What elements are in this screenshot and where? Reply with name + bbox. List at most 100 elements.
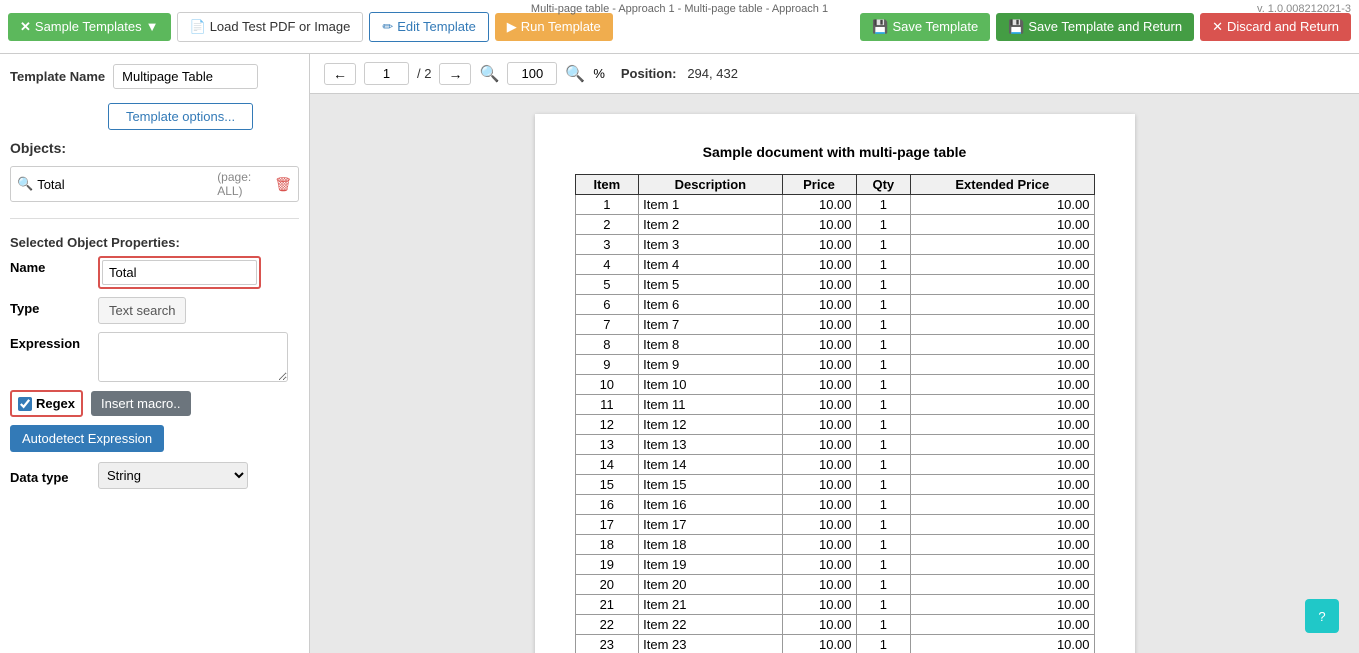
type-prop-row: Type Text search xyxy=(10,297,299,324)
table-cell: 1 xyxy=(856,555,911,575)
zoom-in-icon[interactable]: 🔍 xyxy=(565,64,585,84)
regex-checkbox[interactable] xyxy=(18,397,32,411)
table-row: 18Item 1810.00110.00 xyxy=(575,535,1094,555)
selected-object-properties-title: Selected Object Properties: xyxy=(10,235,299,250)
name-prop-row: Name xyxy=(10,256,299,289)
main-layout: Template Name Template options... Object… xyxy=(0,54,1359,653)
divider-1 xyxy=(10,218,299,219)
table-cell: 1 xyxy=(856,395,911,415)
edit-icon: ✏ xyxy=(382,19,393,35)
zoom-out-icon[interactable]: 🔍 xyxy=(479,64,499,84)
table-cell: 18 xyxy=(575,535,639,555)
table-cell: 10.00 xyxy=(782,475,856,495)
name-input-wrapper xyxy=(98,256,261,289)
table-cell: 10.00 xyxy=(911,295,1094,315)
th-qty: Qty xyxy=(856,175,911,195)
table-cell: Item 20 xyxy=(639,575,782,595)
help-button[interactable]: ? xyxy=(1305,599,1339,633)
zoom-input[interactable] xyxy=(507,62,557,85)
table-row: 14Item 1410.00110.00 xyxy=(575,455,1094,475)
left-panel: Template Name Template options... Object… xyxy=(0,54,310,653)
version-label: v. 1.0.008212021-3 xyxy=(1257,0,1351,18)
table-cell: 4 xyxy=(575,255,639,275)
th-price: Price xyxy=(782,175,856,195)
load-test-button[interactable]: 📄 Load Test PDF or Image xyxy=(177,12,364,42)
table-row: 12Item 1210.00110.00 xyxy=(575,415,1094,435)
datatype-label: Data type xyxy=(10,466,90,485)
table-cell: 10.00 xyxy=(911,555,1094,575)
template-options-button[interactable]: Template options... xyxy=(108,103,253,130)
table-cell: 11 xyxy=(575,395,639,415)
table-cell: 5 xyxy=(575,275,639,295)
table-row: 10Item 1010.00110.00 xyxy=(575,375,1094,395)
table-cell: 1 xyxy=(856,235,911,255)
table-cell: 1 xyxy=(856,635,911,653)
save-and-return-button[interactable]: 💾 Save Template and Return xyxy=(996,13,1194,41)
table-cell: Item 10 xyxy=(639,375,782,395)
objects-section: Objects: xyxy=(10,140,299,156)
delete-object-icon[interactable]: 🗑 xyxy=(274,176,292,193)
table-cell: 10.00 xyxy=(911,375,1094,395)
table-cell: 1 xyxy=(856,615,911,635)
table-cell: 10.00 xyxy=(782,375,856,395)
next-page-button[interactable]: → xyxy=(439,63,471,85)
table-cell: 10.00 xyxy=(911,235,1094,255)
table-cell: 1 xyxy=(856,455,911,475)
table-cell: 10.00 xyxy=(911,395,1094,415)
table-cell: 1 xyxy=(856,595,911,615)
expression-textarea[interactable] xyxy=(98,332,288,382)
table-cell: 10.00 xyxy=(911,615,1094,635)
search-icon: 🔍 xyxy=(17,176,33,192)
prev-page-button[interactable]: ← xyxy=(324,63,356,85)
table-cell: 10.00 xyxy=(782,575,856,595)
table-cell: Item 15 xyxy=(639,475,782,495)
table-cell: 10.00 xyxy=(782,435,856,455)
search-row: 🔍 (page: ALL) 🗑 xyxy=(10,166,299,202)
autodetect-button[interactable]: Autodetect Expression xyxy=(10,425,164,452)
table-row: 22Item 2210.00110.00 xyxy=(575,615,1094,635)
template-name-input[interactable] xyxy=(113,64,258,89)
page-input[interactable] xyxy=(364,62,409,85)
table-row: 11Item 1110.00110.00 xyxy=(575,395,1094,415)
th-description: Description xyxy=(639,175,782,195)
table-cell: 1 xyxy=(856,535,911,555)
table-cell: 10.00 xyxy=(782,215,856,235)
table-cell: 10.00 xyxy=(782,295,856,315)
document-area[interactable]: Sample document with multi-page table It… xyxy=(310,94,1359,653)
table-cell: 22 xyxy=(575,615,639,635)
table-cell: Item 13 xyxy=(639,435,782,455)
table-cell: 10.00 xyxy=(911,575,1094,595)
save-template-button[interactable]: 💾 Save Template xyxy=(860,13,990,41)
template-options-container: Template options... xyxy=(108,103,299,130)
regex-label: Regex xyxy=(36,396,75,411)
table-cell: 10.00 xyxy=(911,635,1094,653)
table-cell: 10.00 xyxy=(782,275,856,295)
table-cell: 1 xyxy=(856,475,911,495)
insert-macro-button[interactable]: Insert macro.. xyxy=(91,391,190,416)
object-search-input[interactable] xyxy=(37,177,213,192)
datatype-row: Data type String Number Date Boolean xyxy=(10,462,299,489)
table-cell: 1 xyxy=(856,355,911,375)
table-cell: 2 xyxy=(575,215,639,235)
datatype-select[interactable]: String Number Date Boolean xyxy=(98,462,248,489)
table-cell: 10.00 xyxy=(911,495,1094,515)
table-cell: 10.00 xyxy=(911,435,1094,455)
type-button[interactable]: Text search xyxy=(98,297,186,324)
table-cell: 10.00 xyxy=(911,355,1094,375)
name-input[interactable] xyxy=(102,260,257,285)
table-cell: 10.00 xyxy=(911,475,1094,495)
edit-template-button[interactable]: ✏ Edit Template xyxy=(369,12,488,42)
table-cell: 1 xyxy=(856,195,911,215)
table-row: 15Item 1510.00110.00 xyxy=(575,475,1094,495)
table-row: 5Item 510.00110.00 xyxy=(575,275,1094,295)
table-cell: Item 6 xyxy=(639,295,782,315)
table-cell: 14 xyxy=(575,455,639,475)
template-name-label: Template Name xyxy=(10,69,105,84)
table-cell: 23 xyxy=(575,635,639,653)
x-icon: ✕ xyxy=(20,19,31,35)
table-cell: 10.00 xyxy=(782,515,856,535)
autodetect-container: Autodetect Expression xyxy=(10,425,299,452)
table-cell: 16 xyxy=(575,495,639,515)
sample-templates-button[interactable]: ✕ Sample Templates ▼ xyxy=(8,13,171,41)
table-cell: Item 22 xyxy=(639,615,782,635)
